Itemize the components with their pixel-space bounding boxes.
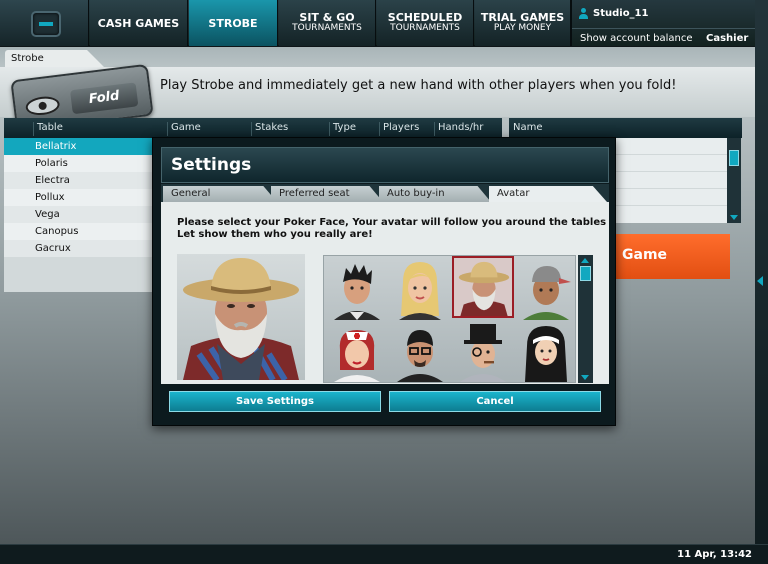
- logo-area: [0, 0, 89, 46]
- top-navigation-bar: CASH GAMES STROBE SIT & GO TOURNAMENTS S…: [0, 0, 756, 46]
- tab-avatar[interactable]: Avatar: [489, 186, 607, 202]
- avatar-panel: Please select your Poker Face, Your avat…: [161, 202, 609, 384]
- avatar-option-selected[interactable]: [452, 256, 514, 318]
- scroll-down-arrow-icon[interactable]: [730, 215, 738, 220]
- scroll-thumb[interactable]: [729, 150, 739, 166]
- app-logo-icon[interactable]: [31, 11, 61, 37]
- nun-avatar-icon: [525, 326, 567, 382]
- nav-tab-scheduled[interactable]: SCHEDULED TOURNAMENTS: [377, 0, 474, 46]
- cashier-link[interactable]: Cashier: [706, 33, 748, 44]
- column-header-game[interactable]: Game: [167, 122, 201, 136]
- column-header-name[interactable]: Name: [510, 122, 543, 136]
- tab-general[interactable]: General: [163, 186, 277, 202]
- nav-tab-sublabel: TOURNAMENTS: [292, 23, 362, 33]
- nav-tab-sit-and-go[interactable]: SIT & GO TOURNAMENTS: [279, 0, 376, 46]
- eye-icon: [24, 94, 61, 117]
- column-header-players[interactable]: Players: [379, 122, 419, 136]
- account-actions: Show account balance Cashier: [572, 28, 756, 46]
- scroll-down-arrow-icon[interactable]: [581, 375, 589, 380]
- instruction-line: Let show them who you really are!: [177, 229, 373, 240]
- avatar-instructions: Please select your Poker Face, Your avat…: [177, 217, 606, 241]
- nav-tab-label: TRIAL GAMES: [480, 11, 565, 24]
- nav-tab-sublabel: TOURNAMENTS: [390, 23, 460, 33]
- username: Studio_11: [593, 8, 649, 19]
- avatar-option[interactable]: [515, 258, 577, 320]
- nav-tab-trial-games[interactable]: TRIAL GAMES PLAY MONEY: [475, 0, 571, 46]
- selected-avatar-preview: [177, 254, 305, 380]
- nav-tab-strobe[interactable]: STROBE: [189, 0, 278, 46]
- scroll-thumb[interactable]: [580, 266, 591, 281]
- dialog-title: Settings: [171, 155, 252, 175]
- avatar-option[interactable]: [389, 258, 451, 320]
- avatar-option[interactable]: [389, 320, 451, 382]
- blonde-woman-avatar-icon: [399, 262, 441, 320]
- table-row[interactable]: Bellatrix: [4, 138, 166, 155]
- table-row[interactable]: Gacrux: [4, 240, 166, 257]
- monocle-top-hat-man-avatar-icon: [460, 324, 506, 382]
- join-game-button[interactable]: Game: [614, 234, 730, 279]
- dialog-title-bar: Settings: [161, 147, 609, 183]
- nav-tab-label: SIT & GO: [299, 11, 355, 24]
- avatar-option[interactable]: [452, 320, 514, 382]
- table-list: Bellatrix Polaris Electra Pollux Vega Ca…: [4, 138, 166, 257]
- table-row[interactable]: Vega: [4, 206, 166, 223]
- table-row[interactable]: Pollux: [4, 189, 166, 206]
- column-header-table[interactable]: Table: [33, 122, 63, 136]
- instruction-line: Please select your Poker Face, Your avat…: [177, 217, 607, 228]
- table-row[interactable]: Polaris: [4, 155, 166, 172]
- avatar-option[interactable]: [326, 258, 388, 320]
- fold-label: Fold: [69, 82, 139, 115]
- user-row[interactable]: Studio_11: [578, 8, 648, 19]
- nurse-avatar-icon: [334, 330, 380, 382]
- player-list-header: Name: [509, 118, 742, 138]
- account-panel: Studio_11 Show account balance Cashier: [571, 0, 756, 46]
- avatar-option[interactable]: [515, 320, 577, 382]
- promo-text: Play Strobe and immediately get a new ha…: [160, 78, 677, 93]
- cancel-button[interactable]: Cancel: [389, 391, 601, 412]
- tab-auto-buy-in[interactable]: Auto buy-in: [379, 186, 491, 202]
- nav-tab-label: STROBE: [208, 16, 258, 30]
- table-row[interactable]: Canopus: [4, 223, 166, 240]
- column-header-stakes[interactable]: Stakes: [251, 122, 288, 136]
- avatar-grid: [323, 255, 576, 383]
- scroll-up-arrow-icon[interactable]: [581, 258, 589, 263]
- avatar-grid-scrollbar[interactable]: [578, 255, 593, 383]
- tab-preferred-seat[interactable]: Preferred seat: [271, 186, 383, 202]
- settings-tabs: General Preferred seat Auto buy-in Avata…: [161, 184, 609, 202]
- cap-man-avatar-icon: [523, 266, 571, 320]
- glasses-man-avatar-icon: [397, 330, 443, 382]
- settings-dialog: Settings General Preferred seat Auto buy…: [152, 137, 616, 426]
- farmer-avatar-large-icon: [183, 258, 299, 380]
- user-icon: [578, 8, 589, 19]
- nav-tab-label: CASH GAMES: [97, 16, 180, 30]
- column-header-hands-per-hour[interactable]: Hands/hr: [434, 122, 483, 136]
- expand-arrow-icon[interactable]: [757, 276, 763, 286]
- nav-tab-sublabel: PLAY MONEY: [493, 23, 552, 33]
- show-balance-link[interactable]: Show account balance: [580, 33, 693, 44]
- table-list-header: Table Game Stakes Type Players Hands/hr: [4, 118, 502, 138]
- save-settings-button[interactable]: Save Settings: [169, 391, 381, 412]
- player-list-scrollbar[interactable]: [727, 138, 741, 223]
- avatar-option[interactable]: [326, 320, 388, 382]
- column-header-type[interactable]: Type: [329, 122, 356, 136]
- date-time: 11 Apr, 13:42: [677, 549, 752, 560]
- nav-tab-label: SCHEDULED: [387, 11, 463, 24]
- spiky-hair-man-avatar-icon: [334, 264, 380, 320]
- table-list-empty-area: [4, 257, 166, 292]
- table-row[interactable]: Electra: [4, 172, 166, 189]
- nav-tab-cash-games[interactable]: CASH GAMES: [90, 0, 188, 46]
- farmer-straw-hat-avatar-icon: [458, 261, 510, 316]
- status-bar: 11 Apr, 13:42: [0, 544, 768, 564]
